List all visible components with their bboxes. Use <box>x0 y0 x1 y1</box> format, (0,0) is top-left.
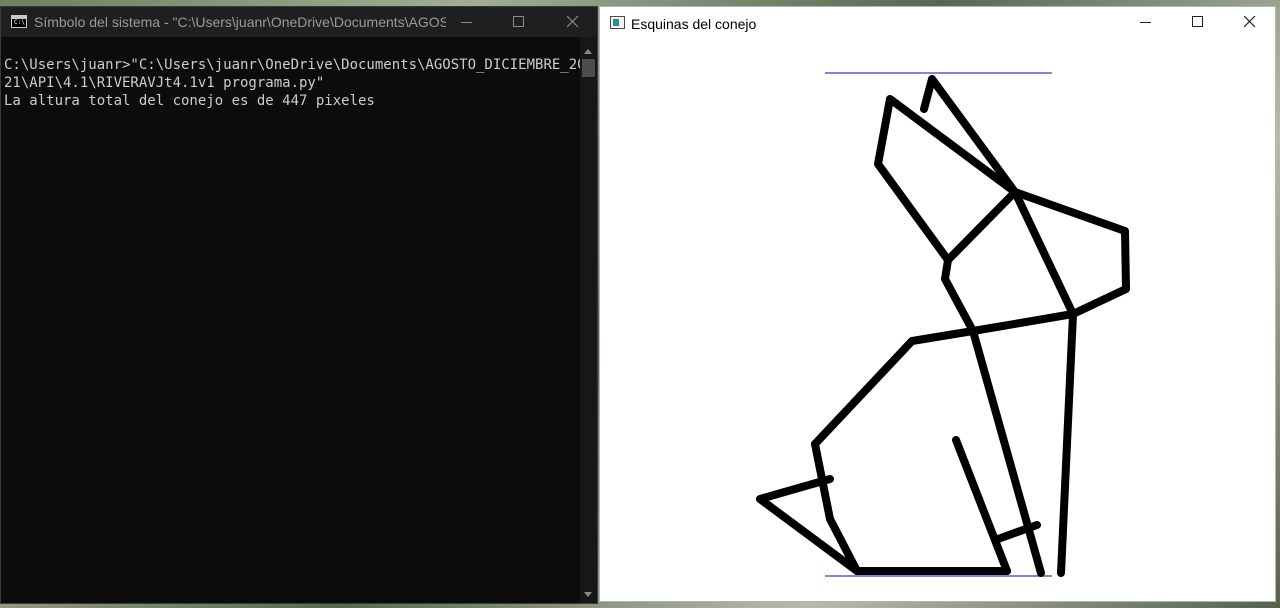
console-maximize-button[interactable] <box>493 7 545 37</box>
console-icon-text: C:\ <box>14 19 25 26</box>
console-window[interactable]: C:\ Símbolo del sistema - "C:\Users\juan… <box>0 6 598 604</box>
console-line: La altura total del conejo es de 447 pix… <box>4 93 375 109</box>
rabbit-chest <box>1057 310 1077 577</box>
scroll-thumb[interactable] <box>582 59 595 77</box>
close-icon <box>567 16 579 28</box>
rabbit-ear-back <box>874 95 1019 264</box>
close-icon <box>1244 16 1256 28</box>
image-titlebar[interactable]: Esquinas del conejo <box>600 7 1275 39</box>
console-output[interactable]: C:\Users\juanr>"C:\Users\juanr\OneDrive\… <box>4 56 586 110</box>
rabbit-image <box>756 72 1130 577</box>
scroll-up-icon[interactable] <box>584 49 592 54</box>
image-window[interactable]: Esquinas del conejo <box>599 6 1276 602</box>
console-app-icon: C:\ <box>11 15 27 28</box>
rabbit-face-fold <box>941 188 1019 335</box>
origami-rabbit-drawing <box>756 75 1130 577</box>
rabbit-tail <box>756 475 861 575</box>
console-scrollbar[interactable] <box>580 37 597 603</box>
minimize-icon <box>461 22 472 23</box>
rabbit-neck-fold <box>811 310 1077 448</box>
image-app-icon <box>610 16 625 29</box>
console-titlebar[interactable]: C:\ Símbolo del sistema - "C:\Users\juan… <box>1 7 597 37</box>
rabbit-head-outline <box>1011 188 1130 318</box>
image-minimize-button[interactable] <box>1120 7 1172 37</box>
image-window-title: Esquinas del conejo <box>631 16 757 32</box>
image-close-button[interactable] <box>1224 7 1276 37</box>
rabbit-leg <box>952 436 1011 575</box>
scroll-down-icon[interactable] <box>584 592 592 597</box>
console-line: 21\API\4.1\RIVERAVJt4.1v1 programa.py" <box>4 75 325 91</box>
image-maximize-button[interactable] <box>1172 7 1224 37</box>
console-minimize-button[interactable] <box>441 7 493 37</box>
console-close-button[interactable] <box>547 7 599 37</box>
maximize-icon <box>1192 16 1203 27</box>
minimize-icon <box>1140 22 1151 23</box>
maximize-icon <box>513 16 524 27</box>
console-window-title: Símbolo del sistema - "C:\Users\juanr\On… <box>34 14 446 30</box>
console-line: C:\Users\juanr>"C:\Users\juanr\OneDrive\… <box>4 57 586 73</box>
